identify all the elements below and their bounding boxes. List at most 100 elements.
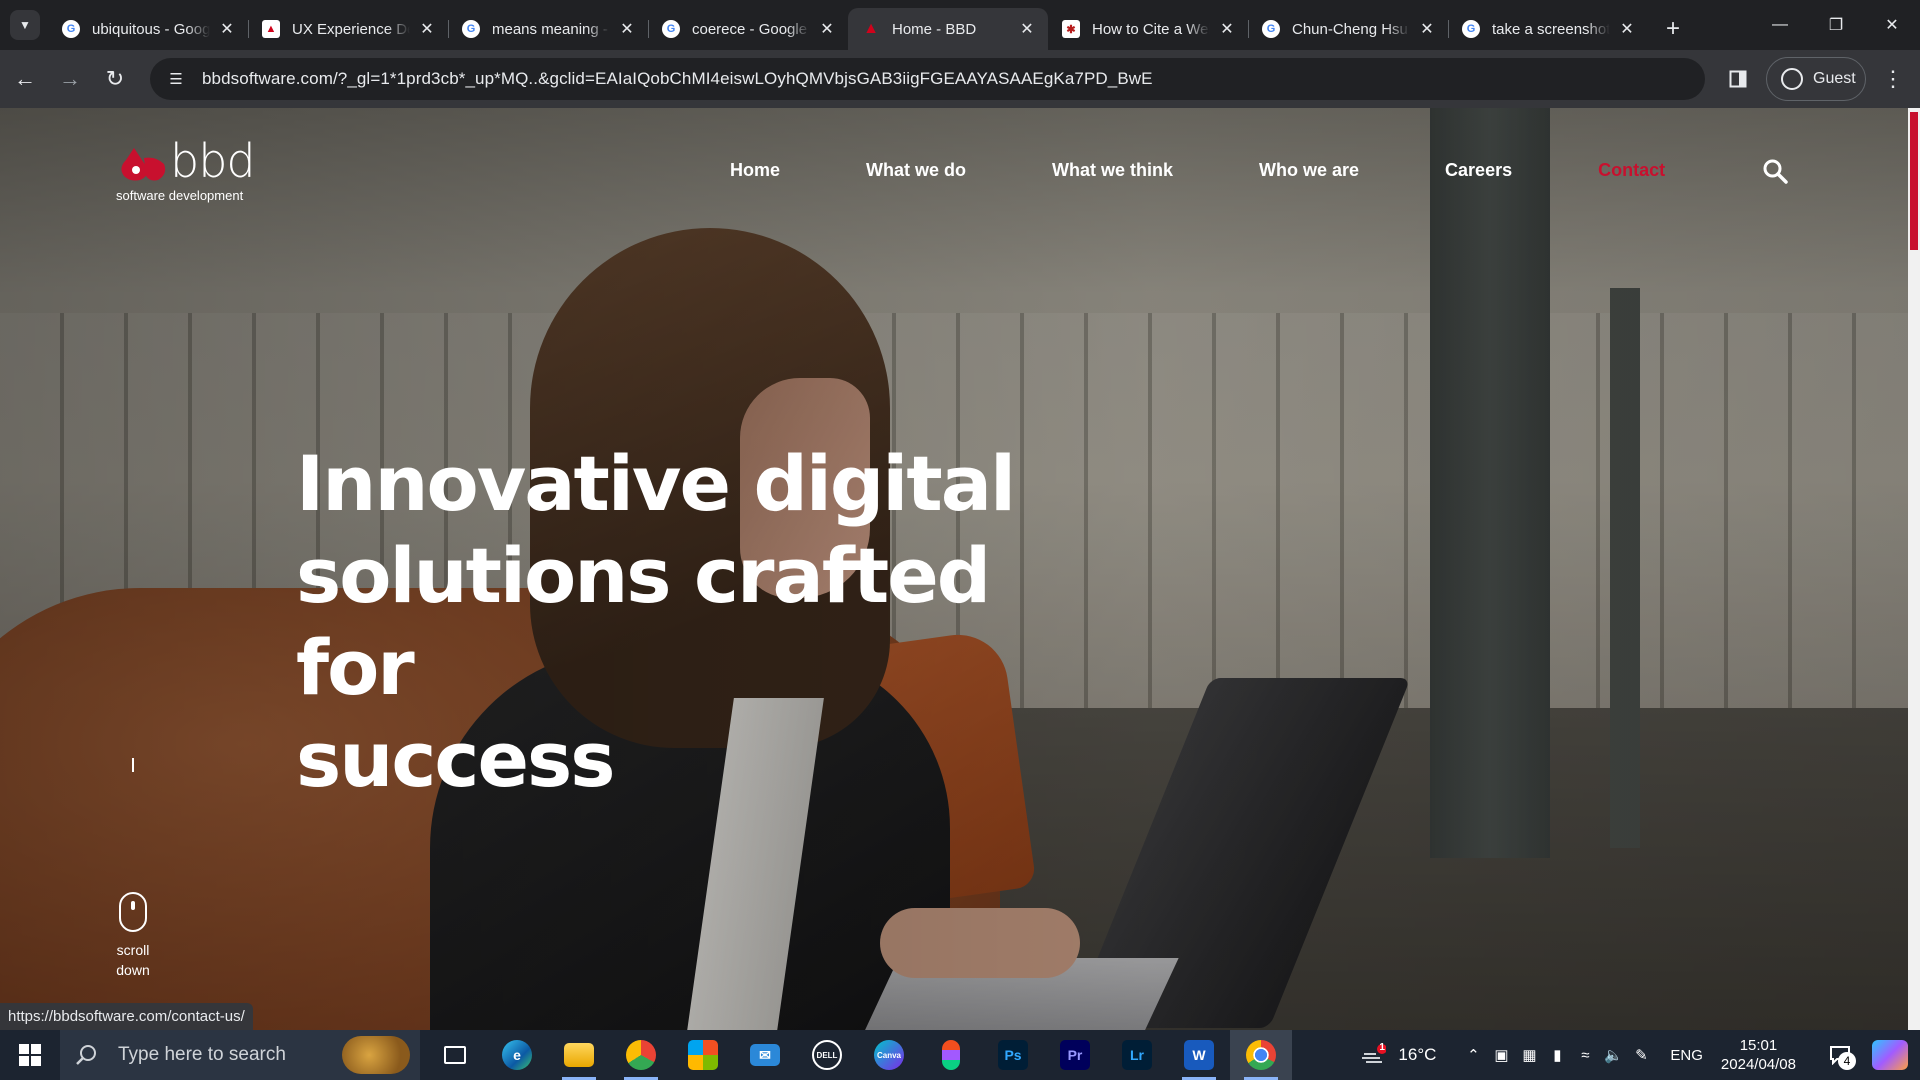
file-explorer-icon <box>564 1043 594 1067</box>
tab-1[interactable]: ▲ UX Experience Design ✕ <box>248 8 448 50</box>
figma-button[interactable] <box>920 1030 982 1080</box>
bbd-logo-mark-icon <box>121 148 166 181</box>
premiere-button[interactable]: Pr <box>1044 1030 1106 1080</box>
wifi-icon[interactable]: ≈ <box>1572 1047 1598 1064</box>
nav-careers[interactable]: Careers <box>1445 160 1512 181</box>
close-icon[interactable]: ✕ <box>1618 19 1636 39</box>
store-button[interactable] <box>672 1030 734 1080</box>
hero-line-2: solutions crafted for <box>296 531 991 712</box>
tab-title: coerece - Google Search <box>692 20 810 38</box>
page-scrollbar[interactable] <box>1908 108 1920 1030</box>
clock[interactable]: 15:01 2024/04/08 <box>1721 1036 1796 1074</box>
browser-tab-strip: ▼ G ubiquitous - Google Search ✕ ▲ UX Ex… <box>0 0 1920 50</box>
chevron-up-icon[interactable]: ⌃ <box>1460 1046 1486 1064</box>
text-cursor-mark <box>132 758 134 772</box>
dell-button[interactable]: DELL <box>796 1030 858 1080</box>
taskbar-apps: e ✉ DELL Canva Ps Pr Lr W <box>424 1030 1292 1080</box>
display-icon[interactable]: ▦ <box>1516 1046 1542 1064</box>
main-navigation: Home What we do What we think Who we are… <box>730 159 1788 184</box>
profile-button[interactable]: Guest <box>1766 57 1866 101</box>
close-icon[interactable]: ✕ <box>1218 19 1236 39</box>
minimize-icon: — <box>1772 16 1788 33</box>
back-button[interactable]: ← <box>5 59 45 99</box>
start-button[interactable] <box>0 1030 60 1080</box>
close-icon[interactable]: ✕ <box>818 19 836 39</box>
avatar-icon <box>1781 68 1803 90</box>
copilot-icon[interactable] <box>1872 1040 1908 1070</box>
search-icon[interactable] <box>1762 158 1788 184</box>
ux-icon: ▲ <box>262 20 280 38</box>
restore-button[interactable]: ❐ <box>1808 0 1864 50</box>
tab-title: How to Cite a Website <box>1092 20 1210 38</box>
weather-widget[interactable]: 1 16°C <box>1360 1042 1436 1066</box>
close-icon[interactable]: ✕ <box>1418 19 1436 39</box>
nav-home[interactable]: Home <box>730 160 780 181</box>
reload-icon: ↻ <box>105 66 125 91</box>
close-icon[interactable]: ✕ <box>218 19 236 39</box>
word-button[interactable]: W <box>1168 1030 1230 1080</box>
windows-icon <box>19 1044 41 1066</box>
tab-3[interactable]: G coerece - Google Search ✕ <box>648 8 848 50</box>
hero-headline: Innovative digital solutions crafted for… <box>296 438 1096 806</box>
dell-icon: DELL <box>812 1040 842 1070</box>
tab-title: Home - BBD <box>892 20 977 38</box>
battery-icon[interactable]: ▮ <box>1544 1046 1570 1064</box>
side-panel-button[interactable] <box>1723 61 1753 97</box>
bbd-logo[interactable]: bbd software development <box>116 134 266 204</box>
nav-what-we-do[interactable]: What we do <box>866 160 966 181</box>
language-indicator[interactable]: ENG <box>1670 1047 1703 1064</box>
tab-6[interactable]: G Chun-Cheng Hsu - Google Search ✕ <box>1248 8 1448 50</box>
tab-7[interactable]: G take a screenshot - Google Search ✕ <box>1448 8 1648 50</box>
nav-who-we-are[interactable]: Who we are <box>1259 160 1359 181</box>
edge-button[interactable]: e <box>486 1030 548 1080</box>
tab-search-button[interactable]: ▼ <box>10 10 40 40</box>
address-bar[interactable]: ☰ bbdsoftware.com/?_gl=1*1prd3cb*_up*MQ.… <box>150 58 1705 100</box>
google-icon: G <box>62 20 80 38</box>
logo-wordmark: bbd <box>170 134 256 188</box>
arrow-right-icon: → <box>59 66 81 91</box>
forward-button[interactable]: → <box>50 59 90 99</box>
close-icon[interactable]: ✕ <box>418 19 436 39</box>
chrome-button[interactable] <box>1230 1030 1292 1080</box>
word-icon: W <box>1184 1040 1214 1070</box>
scroll-down-indicator[interactable]: scroll down <box>112 892 154 980</box>
taskbar-search[interactable]: Type here to search <box>60 1030 420 1080</box>
search-placeholder: Type here to search <box>118 1044 286 1065</box>
nav-contact[interactable]: Contact <box>1598 160 1665 181</box>
close-window-button[interactable]: ✕ <box>1864 0 1920 50</box>
canva-button[interactable]: Canva <box>858 1030 920 1080</box>
search-icon <box>76 1045 96 1065</box>
search-highlight-doodle-icon[interactable] <box>342 1036 410 1074</box>
lightroom-icon: Lr <box>1122 1040 1152 1070</box>
task-view-button[interactable] <box>424 1030 486 1080</box>
volume-icon[interactable]: 🔈 <box>1600 1046 1626 1064</box>
hero-line-1: Innovative digital <box>296 439 1016 528</box>
tab-2[interactable]: G means meaning - Google Search ✕ <box>448 8 648 50</box>
notification-count: 4 <box>1838 1052 1856 1070</box>
file-explorer-button[interactable] <box>548 1030 610 1080</box>
window-controls: — ❐ ✕ <box>1752 0 1920 50</box>
notification-center-button[interactable]: 4 <box>1820 1040 1860 1070</box>
close-icon[interactable]: ✕ <box>618 19 636 39</box>
tab-5[interactable]: ✱ How to Cite a Website ✕ <box>1048 8 1248 50</box>
photoshop-button[interactable]: Ps <box>982 1030 1044 1080</box>
reload-button[interactable]: ↻ <box>95 59 135 99</box>
scroll-label-1: scroll <box>116 942 150 958</box>
site-settings-icon[interactable]: ☰ <box>164 67 188 91</box>
pen-icon[interactable]: ✎ <box>1628 1046 1654 1064</box>
scrollbar-thumb[interactable] <box>1910 112 1918 250</box>
minimize-button[interactable]: — <box>1752 0 1808 50</box>
new-tab-button[interactable]: + <box>1658 14 1688 44</box>
nav-what-we-think[interactable]: What we think <box>1052 160 1173 181</box>
restore-icon: ❐ <box>1828 17 1844 34</box>
tab-0[interactable]: G ubiquitous - Google Search ✕ <box>48 8 248 50</box>
meet-now-icon[interactable]: ▣ <box>1488 1046 1514 1064</box>
close-icon[interactable]: ✕ <box>1018 19 1036 39</box>
lightroom-button[interactable]: Lr <box>1106 1030 1168 1080</box>
arrow-left-icon: ← <box>14 66 36 91</box>
tab-4-active[interactable]: ▲ Home - BBD ✕ <box>848 8 1048 50</box>
google-icon: G <box>462 20 480 38</box>
chrome-alt-button[interactable] <box>610 1030 672 1080</box>
browser-menu-button[interactable]: ⋮ <box>1880 62 1906 96</box>
mail-button[interactable]: ✉ <box>734 1030 796 1080</box>
